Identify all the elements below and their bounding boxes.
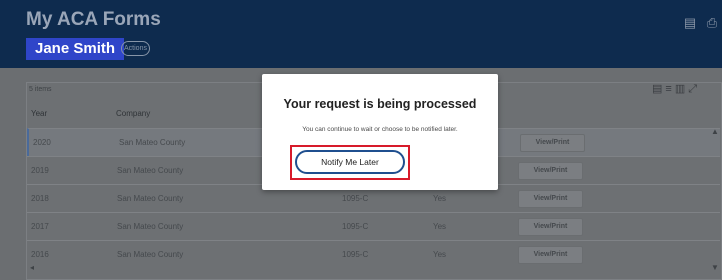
scroll-left-arrow-icon[interactable]: ◂ — [30, 263, 34, 272]
view-print-button[interactable]: View/Print — [518, 190, 583, 208]
table-row[interactable]: 2017 San Mateo County 1095-C Yes View/Pr… — [27, 212, 720, 240]
fullscreen-icon[interactable]: ⤢ — [688, 83, 700, 95]
cell-form: 1095-C — [342, 194, 369, 203]
aca-forms-page: My ACA Forms Jane Smith Actions ▤ ⎙ 5 it… — [0, 0, 722, 280]
dialog-message: You can continue to wait or choose to be… — [302, 126, 458, 133]
export-icon[interactable]: ▤ — [683, 16, 697, 30]
cell-company: San Mateo County — [119, 138, 186, 147]
print-icon[interactable]: ⎙ — [705, 16, 719, 30]
scroll-up-arrow-icon[interactable]: ▲ — [711, 127, 719, 136]
items-count: 5 items — [29, 86, 52, 93]
filter-icon[interactable]: ≡ — [665, 83, 674, 95]
page-title: My ACA Forms — [26, 9, 161, 30]
columns-icon[interactable]: ▥ — [675, 83, 688, 95]
cell-year: 2017 — [31, 222, 49, 231]
column-header-year[interactable]: Year — [31, 109, 47, 118]
cell-status: Yes — [433, 250, 447, 259]
cell-year: 2016 — [31, 250, 49, 259]
cell-form: 1095-C — [342, 250, 369, 259]
dialog-title: Your request is being processed — [283, 97, 477, 111]
table-row[interactable]: 2016 San Mateo County 1095-C Yes View/Pr… — [27, 240, 720, 268]
page-header: My ACA Forms Jane Smith Actions ▤ ⎙ — [0, 0, 722, 68]
view-print-button[interactable]: View/Print — [518, 162, 583, 180]
user-name-badge: Jane Smith — [26, 38, 125, 60]
cell-company: San Mateo County — [117, 166, 184, 175]
table-toolbar: ▤≡▥⤢ — [652, 82, 700, 96]
notify-me-later-button[interactable]: Notify Me Later — [295, 150, 405, 174]
cell-company: San Mateo County — [117, 250, 184, 259]
column-header-company[interactable]: Company — [116, 109, 150, 118]
cell-form: 1095-C — [342, 222, 369, 231]
export-icon[interactable]: ▤ — [652, 83, 665, 95]
cell-status: Yes — [433, 222, 447, 231]
cell-company: San Mateo County — [117, 222, 184, 231]
cell-status: Yes — [433, 194, 447, 203]
scroll-down-arrow-icon[interactable]: ▼ — [711, 263, 719, 272]
cell-company: San Mateo County — [117, 194, 184, 203]
cell-year: 2020 — [33, 138, 51, 147]
cell-year: 2018 — [31, 194, 49, 203]
view-print-button[interactable]: View/Print — [518, 218, 583, 236]
actions-button[interactable]: Actions — [121, 41, 150, 56]
cell-year: 2019 — [31, 166, 49, 175]
view-print-button[interactable]: View/Print — [520, 134, 585, 152]
view-print-button[interactable]: View/Print — [518, 246, 583, 264]
